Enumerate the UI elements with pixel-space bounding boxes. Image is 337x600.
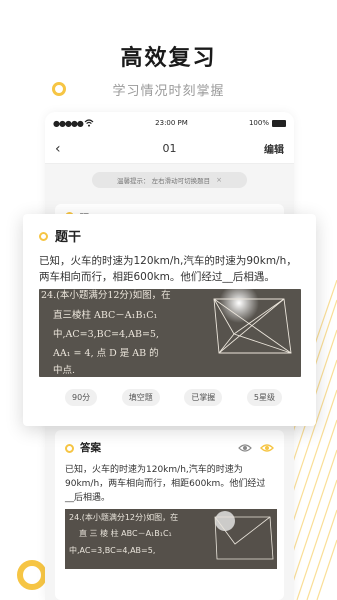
swipe-tip: 温馨提示： 左右滑动可切换题目 ×	[92, 172, 247, 188]
status-tag: 已掌握	[184, 389, 223, 406]
ring-bullet-icon	[39, 232, 48, 241]
score-tag: 90分	[65, 389, 98, 406]
question-card-title: 题干	[55, 230, 82, 245]
status-bar: ●●●●● 23:00 PM 100%	[45, 112, 294, 134]
page-title: 高效复习	[120, 46, 217, 71]
answer-photo: 24.(本小题满分12分)如图，在 直 三 棱 柱 ABC－A₁B₁C₁ 中,A…	[65, 509, 277, 569]
svg-text:24.(本小题满分12分)如图，在: 24.(本小题满分12分)如图，在	[69, 512, 178, 522]
photo-line: 直三棱柱 ABC－A₁B₁C₁	[53, 309, 158, 321]
type-tag: 填空题	[121, 389, 160, 406]
close-icon[interactable]: ×	[216, 176, 222, 184]
chevron-left-icon[interactable]: ‹	[55, 141, 75, 157]
tag-row: 90分 填空题 已掌握 5星级	[39, 389, 302, 406]
wifi-icon	[84, 119, 94, 127]
question-text: 已知，火车的时速为120km/h,汽车的时速为90km/h，两车相向而行，相距6…	[39, 255, 297, 283]
photo-line: AA₁ = 4, 点 D 是 AB 的	[52, 347, 159, 359]
battery-level: 100%	[248, 119, 269, 127]
battery-icon	[271, 119, 286, 127]
answer-title: 答案	[80, 442, 101, 454]
tip-text: 温馨提示： 左右滑动可切换题目	[117, 177, 211, 185]
nav-bar: ‹ 01 编辑	[45, 134, 294, 164]
decorative-ring-icon	[17, 560, 47, 590]
signal-icon: ●●●●●	[53, 118, 84, 128]
nav-title: 01	[162, 142, 177, 155]
photo-line: 中点.	[53, 364, 75, 376]
question-card[interactable]: 题干 已知，火车的时速为120km/h,汽车的时速为90km/h，两车相向而行，…	[23, 214, 316, 426]
answer-card[interactable]: 答案 已知，火车的时速为120km/h,汽车的时速为90km/h，两车相向而行，…	[55, 430, 284, 600]
edit-button[interactable]: 编辑	[264, 141, 284, 156]
photo-line: 中,AC=3,BC=4,AB=5,	[53, 328, 159, 340]
page-subtitle: 学习情况时刻掌握	[112, 84, 225, 99]
svg-text:直 三 棱 柱 ABC－A₁B₁C₁: 直 三 棱 柱 ABC－A₁B₁C₁	[79, 528, 172, 538]
answer-text: 已知，火车的时速为120km/h,汽车的时速为90km/h，两车相向而行，相距6…	[65, 465, 266, 503]
status-time: 23:00 PM	[155, 119, 188, 127]
eye-closed-icon[interactable]	[238, 443, 252, 453]
photo-line: 24.(本小题满分12分)如图，在	[41, 289, 171, 301]
ring-bullet-icon	[65, 444, 74, 453]
svg-text:中,AC=3,BC=4,AB=5,: 中,AC=3,BC=4,AB=5,	[69, 545, 155, 555]
eye-open-icon[interactable]	[260, 443, 274, 453]
rating-tag: 5星级	[246, 389, 282, 406]
question-photo: 24.(本小题满分12分)如图，在 直三棱柱 ABC－A₁B₁C₁ 中,AC=3…	[39, 283, 301, 377]
